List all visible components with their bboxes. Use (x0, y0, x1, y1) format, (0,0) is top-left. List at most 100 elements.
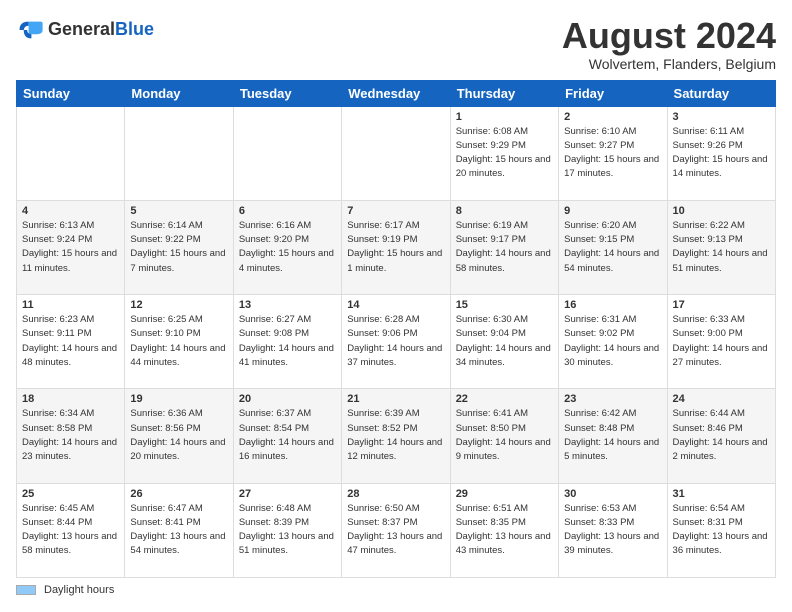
day-number: 28 (347, 488, 444, 500)
calendar-week-row: 11 Sunrise: 6:23 AM Sunset: 9:11 PM Dayli… (17, 295, 776, 389)
calendar-cell (125, 106, 233, 200)
footer: Daylight hours (16, 584, 776, 596)
day-info: Sunrise: 6:50 AM Sunset: 8:37 PM Dayligh… (347, 502, 444, 559)
day-number: 10 (673, 205, 770, 217)
day-info: Sunrise: 6:51 AM Sunset: 8:35 PM Dayligh… (456, 502, 553, 559)
day-info: Sunrise: 6:25 AM Sunset: 9:10 PM Dayligh… (130, 313, 227, 370)
day-info: Sunrise: 6:30 AM Sunset: 9:04 PM Dayligh… (456, 313, 553, 370)
day-info: Sunrise: 6:23 AM Sunset: 9:11 PM Dayligh… (22, 313, 119, 370)
calendar-cell: 2 Sunrise: 6:10 AM Sunset: 9:27 PM Daylig… (559, 106, 667, 200)
day-number: 5 (130, 205, 227, 217)
calendar-cell: 15 Sunrise: 6:30 AM Sunset: 9:04 PM Dayli… (450, 295, 558, 389)
day-info: Sunrise: 6:33 AM Sunset: 9:00 PM Dayligh… (673, 313, 770, 370)
day-of-week-header: Sunday (17, 80, 125, 106)
calendar-cell: 9 Sunrise: 6:20 AM Sunset: 9:15 PM Daylig… (559, 200, 667, 294)
calendar-week-row: 25Sunrise: 6:45 AM Sunset: 8:44 PM Dayli… (17, 483, 776, 577)
day-number: 15 (456, 299, 553, 311)
calendar-table: SundayMondayTuesdayWednesdayThursdayFrid… (16, 80, 776, 578)
calendar-cell: 20 Sunrise: 6:37 AM Sunset: 8:54 PM Dayli… (233, 389, 341, 483)
calendar-cell: 1Sunrise: 6:08 AM Sunset: 9:29 PM Daylig… (450, 106, 558, 200)
day-info: Sunrise: 6:47 AM Sunset: 8:41 PM Dayligh… (130, 502, 227, 559)
day-info: Sunrise: 6:37 AM Sunset: 8:54 PM Dayligh… (239, 407, 336, 464)
calendar-cell: 30 Sunrise: 6:53 AM Sunset: 8:33 PM Dayli… (559, 483, 667, 577)
calendar-cell: 17 Sunrise: 6:33 AM Sunset: 9:00 PM Dayli… (667, 295, 775, 389)
day-of-week-header: Tuesday (233, 80, 341, 106)
day-number: 12 (130, 299, 227, 311)
calendar-cell (342, 106, 450, 200)
day-number: 18 (22, 393, 119, 405)
day-info: Sunrise: 6:36 AM Sunset: 8:56 PM Dayligh… (130, 407, 227, 464)
day-number: 21 (347, 393, 444, 405)
calendar-cell (17, 106, 125, 200)
day-of-week-header: Monday (125, 80, 233, 106)
calendar-cell: 23 Sunrise: 6:42 AM Sunset: 8:48 PM Dayli… (559, 389, 667, 483)
calendar-body: 1Sunrise: 6:08 AM Sunset: 9:29 PM Daylig… (17, 106, 776, 577)
day-info: Sunrise: 6:44 AM Sunset: 8:46 PM Dayligh… (673, 407, 770, 464)
day-number: 14 (347, 299, 444, 311)
day-info: Sunrise: 6:39 AM Sunset: 8:52 PM Dayligh… (347, 407, 444, 464)
calendar-cell: 12 Sunrise: 6:25 AM Sunset: 9:10 PM Dayli… (125, 295, 233, 389)
day-number: 17 (673, 299, 770, 311)
page: GeneralBlue August 2024 Wolvertem, Fland… (0, 0, 792, 612)
day-of-week-header: Friday (559, 80, 667, 106)
day-number: 30 (564, 488, 661, 500)
day-info: Sunrise: 6:27 AM Sunset: 9:08 PM Dayligh… (239, 313, 336, 370)
calendar-cell (233, 106, 341, 200)
legend-label: Daylight hours (44, 584, 114, 596)
day-number: 11 (22, 299, 119, 311)
logo: GeneralBlue (16, 16, 154, 44)
day-number: 20 (239, 393, 336, 405)
day-info: Sunrise: 6:11 AM Sunset: 9:26 PM Dayligh… (673, 125, 770, 182)
days-of-week-row: SundayMondayTuesdayWednesdayThursdayFrid… (17, 80, 776, 106)
calendar-cell: 8Sunrise: 6:19 AM Sunset: 9:17 PM Daylig… (450, 200, 558, 294)
day-of-week-header: Wednesday (342, 80, 450, 106)
calendar-week-row: 1Sunrise: 6:08 AM Sunset: 9:29 PM Daylig… (17, 106, 776, 200)
calendar-cell: 11 Sunrise: 6:23 AM Sunset: 9:11 PM Dayli… (17, 295, 125, 389)
calendar-cell: 5Sunrise: 6:14 AM Sunset: 9:22 PM Daylig… (125, 200, 233, 294)
day-info: Sunrise: 6:20 AM Sunset: 9:15 PM Dayligh… (564, 219, 661, 276)
day-number: 16 (564, 299, 661, 311)
day-number: 22 (456, 393, 553, 405)
day-info: Sunrise: 6:31 AM Sunset: 9:02 PM Dayligh… (564, 313, 661, 370)
logo-text: GeneralBlue (48, 20, 154, 40)
day-number: 8 (456, 205, 553, 217)
day-info: Sunrise: 6:22 AM Sunset: 9:13 PM Dayligh… (673, 219, 770, 276)
calendar-cell: 25Sunrise: 6:45 AM Sunset: 8:44 PM Dayli… (17, 483, 125, 577)
calendar-cell: 3 Sunrise: 6:11 AM Sunset: 9:26 PM Daylig… (667, 106, 775, 200)
calendar-cell: 7 Sunrise: 6:17 AM Sunset: 9:19 PM Daylig… (342, 200, 450, 294)
calendar-cell: 6Sunrise: 6:16 AM Sunset: 9:20 PM Daylig… (233, 200, 341, 294)
calendar-cell: 31Sunrise: 6:54 AM Sunset: 8:31 PM Dayli… (667, 483, 775, 577)
day-number: 24 (673, 393, 770, 405)
day-number: 7 (347, 205, 444, 217)
day-info: Sunrise: 6:34 AM Sunset: 8:58 PM Dayligh… (22, 407, 119, 464)
logo-icon (16, 16, 44, 44)
calendar-cell: 18 Sunrise: 6:34 AM Sunset: 8:58 PM Dayli… (17, 389, 125, 483)
day-info: Sunrise: 6:48 AM Sunset: 8:39 PM Dayligh… (239, 502, 336, 559)
location: Wolvertem, Flanders, Belgium (562, 56, 776, 72)
day-number: 29 (456, 488, 553, 500)
calendar-cell: 13 Sunrise: 6:27 AM Sunset: 9:08 PM Dayli… (233, 295, 341, 389)
day-number: 13 (239, 299, 336, 311)
day-info: Sunrise: 6:17 AM Sunset: 9:19 PM Dayligh… (347, 219, 444, 276)
calendar-cell: 14Sunrise: 6:28 AM Sunset: 9:06 PM Dayli… (342, 295, 450, 389)
day-number: 6 (239, 205, 336, 217)
calendar-header: SundayMondayTuesdayWednesdayThursdayFrid… (17, 80, 776, 106)
title-block: August 2024 Wolvertem, Flanders, Belgium (562, 16, 776, 72)
calendar-cell: 29 Sunrise: 6:51 AM Sunset: 8:35 PM Dayli… (450, 483, 558, 577)
day-number: 3 (673, 111, 770, 123)
calendar-cell: 26Sunrise: 6:47 AM Sunset: 8:41 PM Dayli… (125, 483, 233, 577)
day-number: 27 (239, 488, 336, 500)
calendar-cell: 27 Sunrise: 6:48 AM Sunset: 8:39 PM Dayli… (233, 483, 341, 577)
day-info: Sunrise: 6:42 AM Sunset: 8:48 PM Dayligh… (564, 407, 661, 464)
day-number: 1 (456, 111, 553, 123)
day-number: 9 (564, 205, 661, 217)
calendar-week-row: 4Sunrise: 6:13 AM Sunset: 9:24 PM Daylig… (17, 200, 776, 294)
day-info: Sunrise: 6:13 AM Sunset: 9:24 PM Dayligh… (22, 219, 119, 276)
day-number: 23 (564, 393, 661, 405)
day-info: Sunrise: 6:53 AM Sunset: 8:33 PM Dayligh… (564, 502, 661, 559)
day-number: 31 (673, 488, 770, 500)
day-info: Sunrise: 6:10 AM Sunset: 9:27 PM Dayligh… (564, 125, 661, 182)
calendar-week-row: 18 Sunrise: 6:34 AM Sunset: 8:58 PM Dayli… (17, 389, 776, 483)
day-number: 2 (564, 111, 661, 123)
month-title: August 2024 (562, 16, 776, 56)
